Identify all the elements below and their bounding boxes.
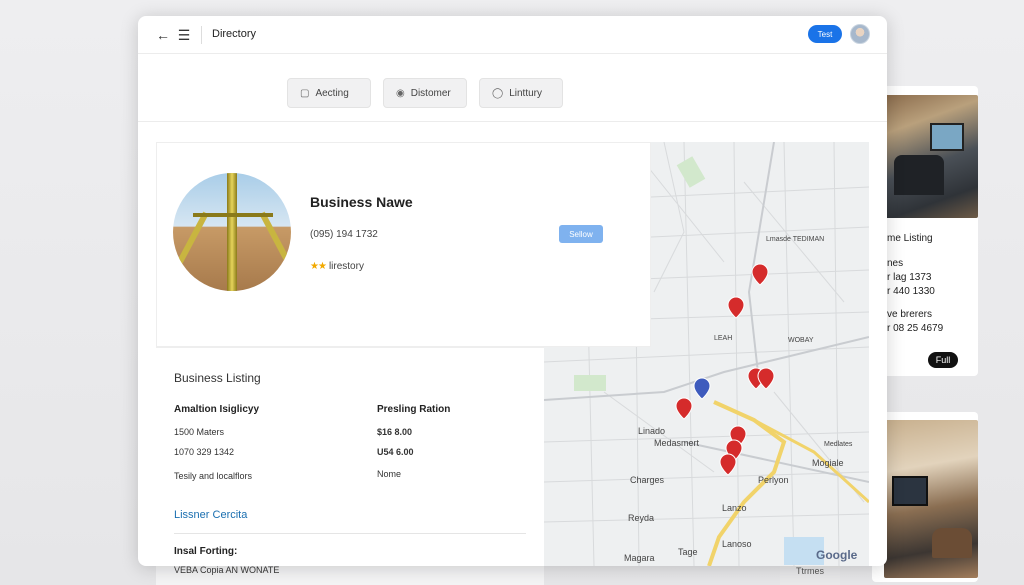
side-listing-line: r 08 25 4679 (887, 323, 944, 334)
primary-button[interactable]: Test (808, 25, 842, 43)
map-label: Reyda (628, 513, 654, 523)
map-pin-icon[interactable] (719, 453, 737, 476)
details-cell: Tesily and localflors (174, 471, 253, 481)
details-cell: $16 8.00 (377, 427, 413, 437)
filter-chip-linttury[interactable]: ◯ Linttury (479, 78, 563, 108)
toolbar-divider (201, 26, 202, 44)
avatar[interactable] (850, 24, 870, 44)
side-listing-line: r 440 1330 (887, 286, 935, 297)
map-pin-icon[interactable] (675, 397, 693, 420)
map-label: Lmasde TEDIMAN (766, 236, 824, 243)
map-pin-icon[interactable] (693, 377, 711, 400)
map-park (574, 375, 606, 391)
map-label: Mogiale (812, 458, 844, 468)
follow-button[interactable]: Sellow (559, 225, 603, 243)
map-pin-icon[interactable] (751, 263, 769, 286)
details-left-header: Amaltion Isiglicyy (174, 404, 260, 415)
star-rating-icon: ★★ (310, 261, 327, 272)
map-label: Tage (678, 547, 698, 557)
photo-structure (227, 173, 237, 291)
details-cell: Nome (377, 469, 402, 479)
user-tag-icon: ▢ (300, 87, 310, 99)
map-label: Linado (638, 426, 665, 436)
top-bar: ← ☰ Directory Test (138, 16, 887, 54)
side-full-button[interactable]: Full (928, 352, 958, 368)
details-cell: 1500 Maters (174, 427, 225, 437)
business-profile-card: Business Nawe (095) 194 1732 ★★ lirestor… (156, 142, 651, 347)
photo-structure (259, 211, 291, 291)
map-label: WOBAY (788, 337, 814, 344)
details-title: Business Listing (174, 371, 261, 385)
map-label: Charges (630, 475, 665, 485)
person-icon: ◯ (492, 87, 504, 99)
lounge-photo (884, 420, 978, 578)
map-label: Medlates (824, 441, 853, 448)
business-name: Business Nawe (310, 194, 413, 210)
photo-structure (193, 213, 273, 217)
details-cell: U54 6.00 (377, 447, 414, 457)
business-photo (173, 173, 291, 291)
details-link[interactable]: Lissner Cercita (174, 509, 247, 521)
filter-chip-label: Linttury (509, 87, 542, 99)
details-footer-value: VEBA Copia AN WONATE (174, 565, 280, 575)
directory-window: ← ☰ Directory Test ▢ Aecting ◉ Distomer … (138, 16, 887, 566)
map-label: LEAH (714, 335, 732, 342)
content-area: Lmasde TEDIMAN LEAH WOBAY Linado Medasme… (156, 142, 869, 566)
side-listing-line: r lag 1373 (887, 272, 932, 283)
page-title: Directory (212, 28, 257, 40)
business-details-card: Business Listing Amaltion Isiglicyy Pres… (156, 347, 544, 566)
lower-right-text: Ttrmes (796, 566, 824, 576)
map-park (676, 156, 706, 188)
filter-chip-distomer[interactable]: ◉ Distomer (383, 78, 467, 108)
map-label: Perlyon (758, 475, 789, 485)
side-listing-line: ve brerers (887, 309, 933, 320)
menu-icon[interactable]: ☰ (174, 25, 194, 45)
map-label: Lanoso (722, 539, 752, 549)
map-attribution: Google (816, 548, 858, 562)
map-pin-icon[interactable] (727, 296, 745, 319)
filter-chip-label: Distomer (410, 87, 451, 99)
map-label: Magara (624, 553, 655, 563)
map-label: Medasmert (654, 438, 700, 448)
rating-label: lirestory (328, 261, 364, 272)
details-footer-label: Insal Forting: (174, 546, 238, 557)
details-right-header: Presling Ration (377, 404, 451, 415)
map-label: Lanzo (722, 503, 747, 513)
business-rating: ★★ lirestory (310, 261, 364, 272)
side-listing-title: me Listing (887, 233, 933, 244)
map-pin-icon[interactable] (757, 367, 775, 390)
filter-chip-aecting[interactable]: ▢ Aecting (287, 78, 371, 108)
business-phone: (095) 194 1732 (310, 229, 378, 240)
office-photo (884, 95, 978, 218)
details-cell: 1070 329 1342 (174, 447, 235, 457)
back-arrow-icon[interactable]: ← (153, 25, 173, 45)
camera-icon: ◉ (396, 87, 405, 99)
filter-bar: ▢ Aecting ◉ Distomer ◯ Linttury (138, 54, 887, 122)
photo-structure (173, 211, 209, 291)
filter-chip-label: Aecting (315, 87, 349, 99)
details-divider (174, 533, 526, 534)
side-listing-line: nes (887, 258, 904, 269)
